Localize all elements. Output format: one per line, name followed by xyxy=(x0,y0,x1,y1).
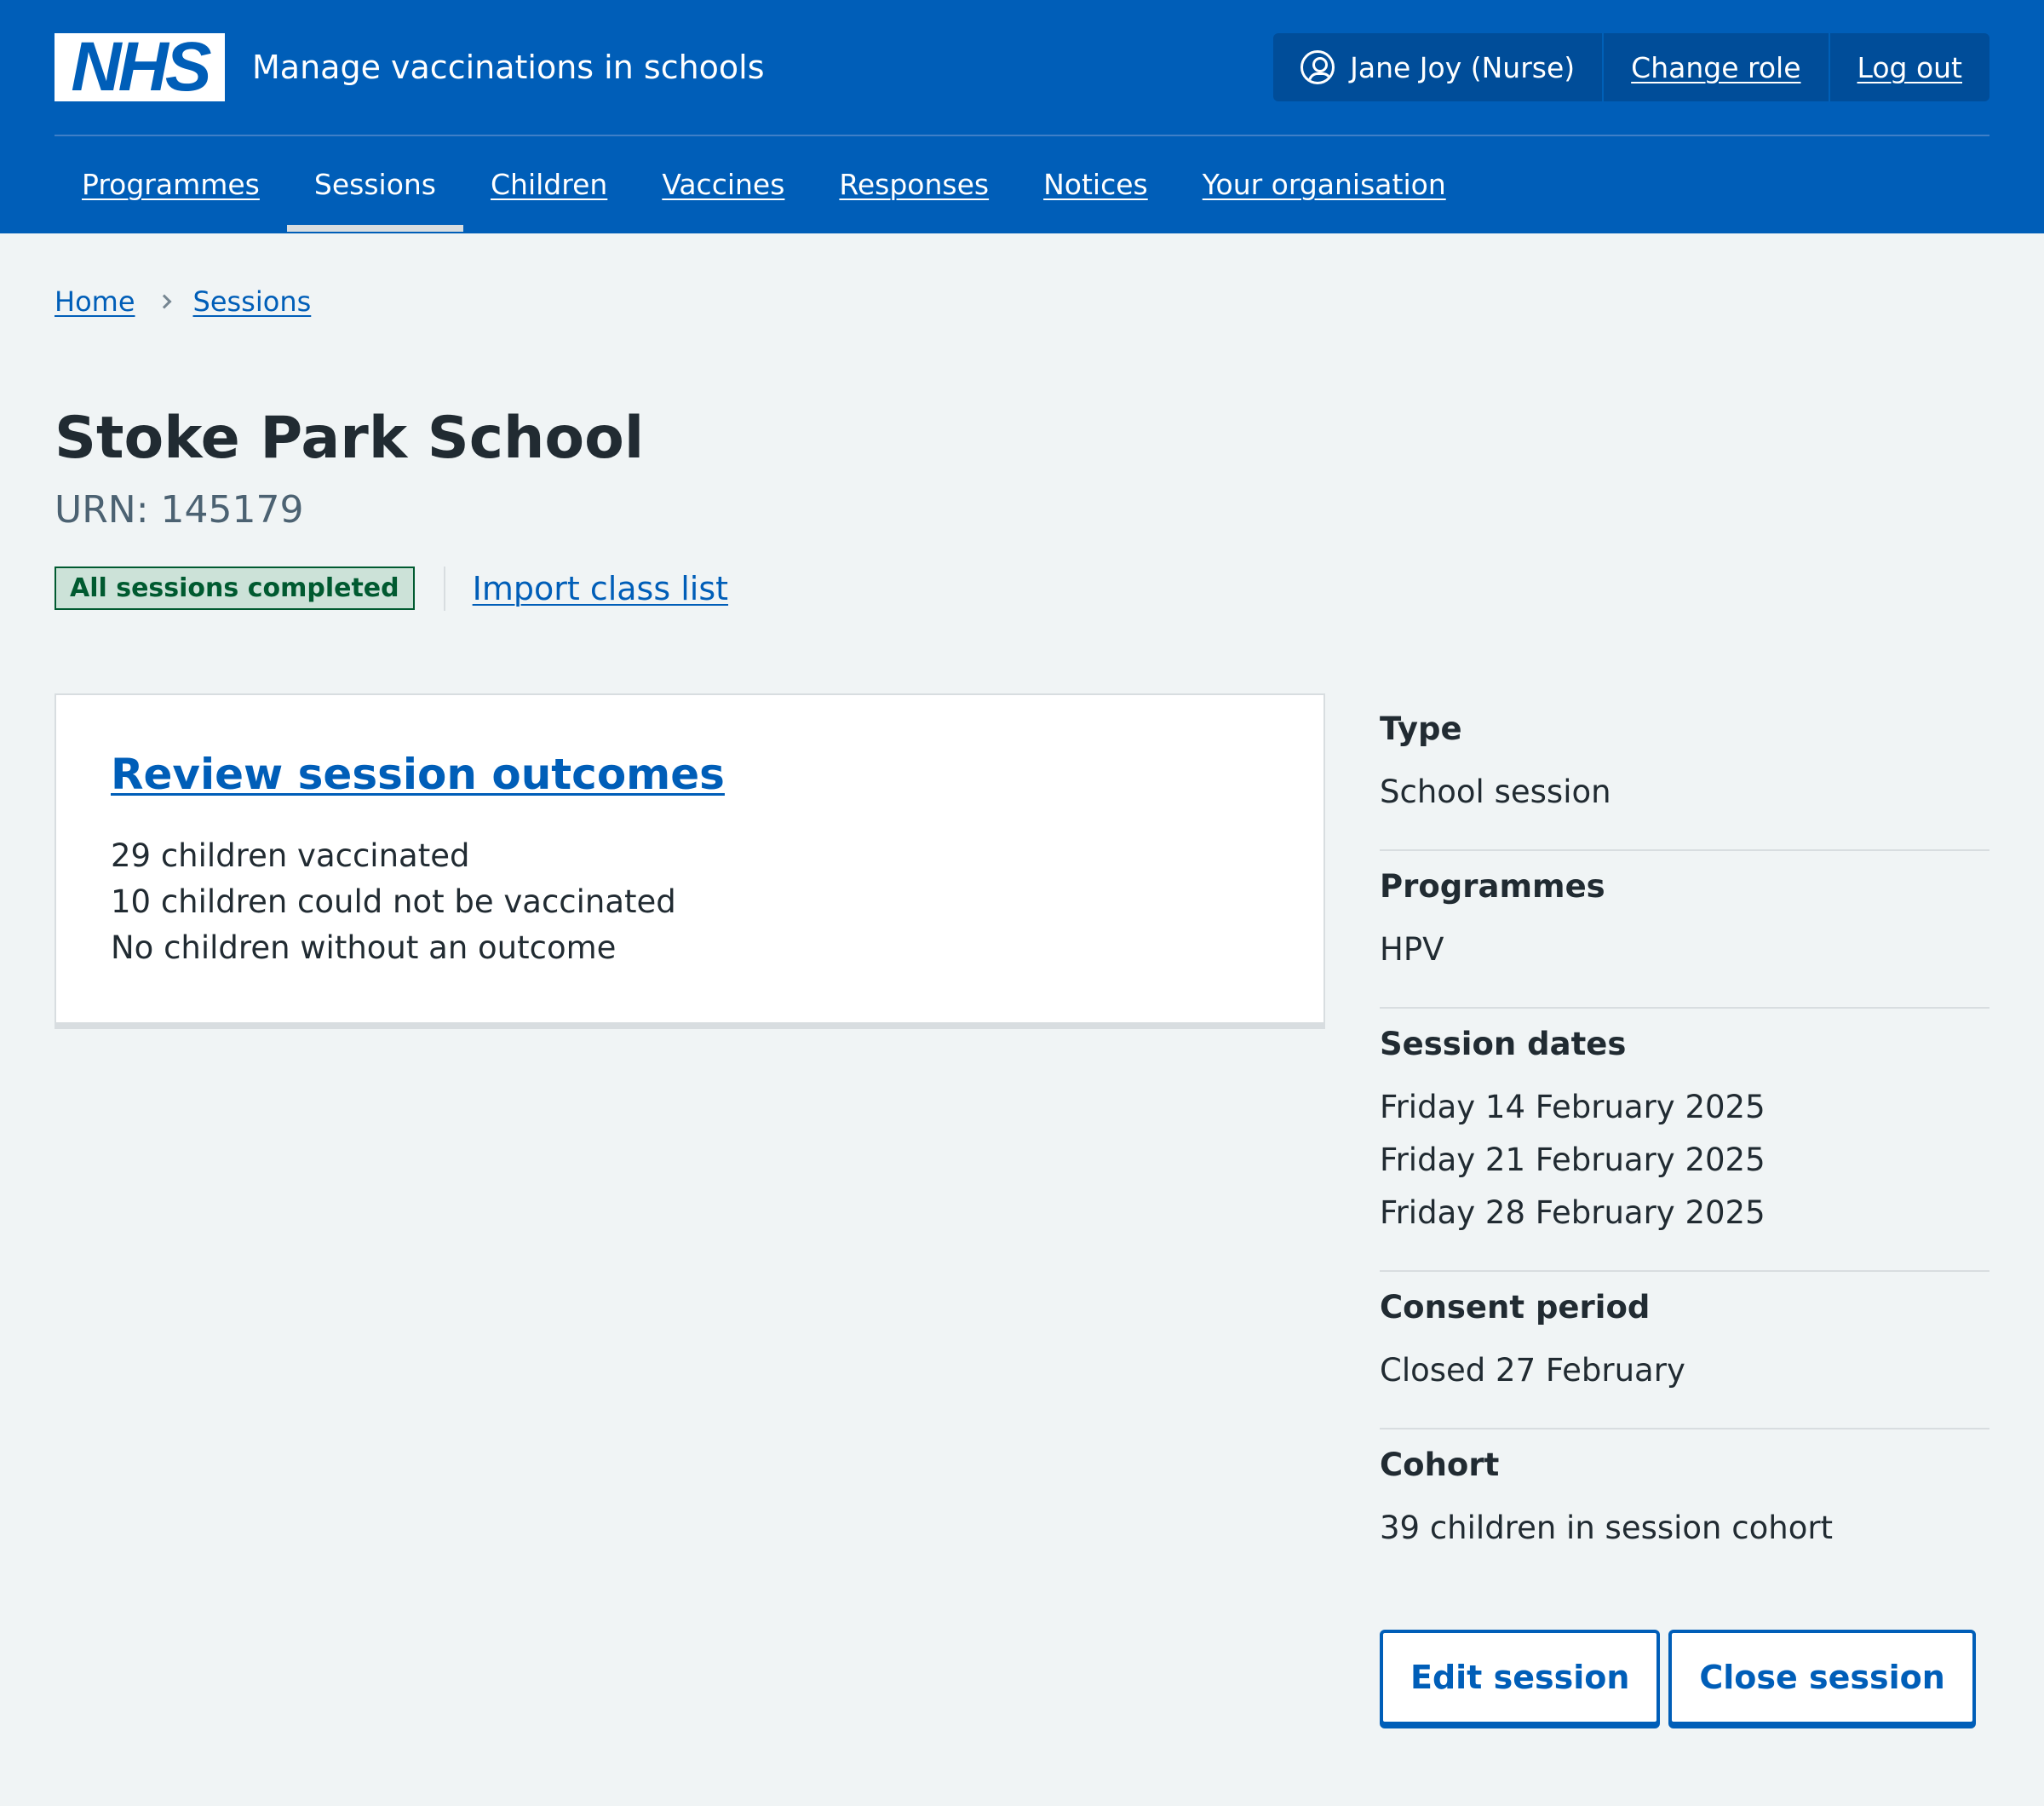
nav-item-vaccines: Vaccines xyxy=(634,136,812,232)
nav-item-notices: Notices xyxy=(1016,136,1175,232)
nav-item-programmes: Programmes xyxy=(55,136,287,232)
nhs-logo[interactable]: NHS xyxy=(55,28,225,106)
left-column: Review session outcomes 29 children vacc… xyxy=(55,693,1325,1725)
header-top-bar: NHS Manage vaccinations in schools Jane … xyxy=(55,0,1989,136)
session-date: Friday 28 February 2025 xyxy=(1380,1193,1766,1231)
account-menu: Jane Joy (Nurse) Change role Log out xyxy=(1273,33,1989,101)
summary-key: Session dates xyxy=(1380,1025,1627,1062)
vertical-divider xyxy=(443,566,445,611)
content-columns: Review session outcomes 29 children vacc… xyxy=(55,693,1989,1725)
outcomes-list: 29 children vaccinated 10 children could… xyxy=(111,833,1269,971)
user-icon xyxy=(1300,50,1335,84)
site-header: NHS Manage vaccinations in schools Jane … xyxy=(0,0,2044,233)
user-name: Jane Joy (Nurse) xyxy=(1350,50,1576,84)
breadcrumb-home[interactable]: Home xyxy=(55,285,135,318)
summary-value: Friday 14 February 2025 Friday 21 Februa… xyxy=(1380,1081,1989,1239)
breadcrumb: Home Sessions xyxy=(55,233,1989,325)
session-date: Friday 14 February 2025 xyxy=(1380,1088,1766,1125)
nav-item-children: Children xyxy=(463,136,634,232)
account-change-role: Change role xyxy=(1602,33,1828,101)
summary-value: School session xyxy=(1380,773,1611,810)
account-user: Jane Joy (Nurse) xyxy=(1273,33,1602,101)
close-session-button[interactable]: Close session xyxy=(1668,1629,1976,1725)
nav-link-sessions: Sessions xyxy=(313,167,436,201)
nav-link-vaccines[interactable]: Vaccines xyxy=(662,168,784,201)
card-heading: Review session outcomes xyxy=(111,750,1269,799)
list-item: 29 children vaccinated xyxy=(111,837,470,874)
nav-link-notices[interactable]: Notices xyxy=(1043,168,1148,201)
summary-value: HPV xyxy=(1380,930,1444,968)
nav-link-children[interactable]: Children xyxy=(491,168,607,201)
nav-item-your-organisation: Your organisation xyxy=(1175,136,1473,232)
summary-row-session-dates: Session dates Friday 14 February 2025 Fr… xyxy=(1380,1009,1989,1272)
page-title: Stoke Park School xyxy=(55,405,645,472)
nav-link-your-organisation[interactable]: Your organisation xyxy=(1203,168,1446,201)
import-class-list-link[interactable]: Import class list xyxy=(473,570,728,607)
summary-key: Cohort xyxy=(1380,1446,1500,1483)
account-log-out: Log out xyxy=(1828,33,1989,101)
summary-row-consent-period: Consent period Closed 27 February xyxy=(1380,1272,1989,1429)
list-item: No children without an outcome xyxy=(111,929,617,966)
review-session-outcomes-link[interactable]: Review session outcomes xyxy=(111,750,725,799)
edit-session-button[interactable]: Edit session xyxy=(1380,1629,1661,1725)
summary-key: Consent period xyxy=(1380,1288,1651,1326)
breadcrumb-sessions[interactable]: Sessions xyxy=(193,285,312,318)
nav-link-responses[interactable]: Responses xyxy=(839,168,989,201)
status-badge: All sessions completed xyxy=(55,567,415,611)
nav-item-responses: Responses xyxy=(812,136,1016,232)
list-item: 10 children could not be vaccinated xyxy=(111,883,676,920)
summary-key: Type xyxy=(1380,710,1462,747)
chevron-right-icon xyxy=(157,294,171,309)
summary-row-programmes: Programmes HPV xyxy=(1380,851,1989,1009)
status-actions-row: All sessions completed Import class list xyxy=(55,566,1989,612)
main-content: Home Sessions Stoke Park School URN: 145… xyxy=(0,233,2044,1725)
session-date: Friday 21 February 2025 xyxy=(1380,1141,1766,1178)
session-buttons: Edit session Close session xyxy=(1380,1629,1989,1725)
school-urn: URN: 145179 xyxy=(55,487,304,532)
summary-key: Programmes xyxy=(1380,867,1605,905)
summary-value: Closed 27 February xyxy=(1380,1351,1685,1389)
session-summary: Type School session Programmes HPV Sessi… xyxy=(1380,693,1989,1725)
service-name[interactable]: Manage vaccinations in schools xyxy=(252,49,1273,86)
nav-link-programmes[interactable]: Programmes xyxy=(82,168,260,201)
summary-value: 39 children in session cohort xyxy=(1380,1509,1834,1546)
change-role-link[interactable]: Change role xyxy=(1631,51,1800,84)
log-out-link[interactable]: Log out xyxy=(1857,51,1962,84)
summary-row-cohort: Cohort 39 children in session cohort xyxy=(1380,1429,1989,1585)
nav-item-sessions[interactable]: Sessions xyxy=(286,136,464,232)
nhs-logo-text: NHS xyxy=(71,28,211,106)
outcomes-card: Review session outcomes 29 children vacc… xyxy=(55,693,1325,1029)
primary-navigation: Programmes Sessions Children Vaccines Re… xyxy=(55,136,1989,232)
summary-row-type: Type School session xyxy=(1380,693,1989,851)
